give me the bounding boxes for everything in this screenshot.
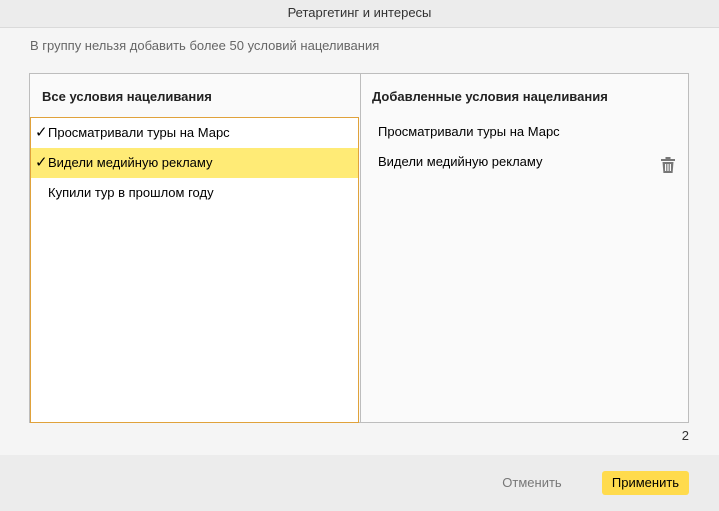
condition-item-media-ads[interactable]: ✓ Видели медийную рекламу xyxy=(31,148,358,178)
condition-label: Купили тур в прошлом году xyxy=(48,185,214,200)
added-condition-label: Просматривали туры на Марс xyxy=(378,124,560,139)
limit-notice: В группу нельзя добавить более 50 услови… xyxy=(30,38,380,53)
cancel-button[interactable]: Отменить xyxy=(492,471,572,495)
retargeting-dialog: Ретаргетинг и интересы В группу нельзя д… xyxy=(0,0,719,511)
dialog-footer: Отменить Применить xyxy=(0,455,719,511)
all-conditions-list[interactable]: ✓ Просматривали туры на Марс ✓ Видели ме… xyxy=(30,117,359,423)
check-icon: ✓ xyxy=(35,124,48,141)
added-conditions-list: Просматривали туры на Марс Видели медийн… xyxy=(361,117,688,177)
added-condition-label: Видели медийную рекламу xyxy=(378,154,543,169)
check-icon: ✓ xyxy=(35,154,48,171)
added-conditions-panel: Добавленные условия нацеливания Просматр… xyxy=(360,74,688,422)
apply-button[interactable]: Применить xyxy=(602,471,689,495)
dialog-title: Ретаргетинг и интересы xyxy=(0,0,719,28)
condition-item-mars-tours[interactable]: ✓ Просматривали туры на Марс xyxy=(31,118,358,148)
condition-label: Видели медийную рекламу xyxy=(48,155,213,170)
added-count: 2 xyxy=(681,428,689,443)
trash-icon[interactable] xyxy=(661,154,675,173)
condition-label: Просматривали туры на Марс xyxy=(48,125,230,140)
conditions-panels: Все условия нацеливания ✓ Просматривали … xyxy=(29,73,689,423)
all-conditions-panel: Все условия нацеливания ✓ Просматривали … xyxy=(30,74,360,423)
added-item-media-ads: Видели медийную рекламу xyxy=(361,147,688,177)
added-conditions-header: Добавленные условия нацеливания xyxy=(372,89,608,104)
added-item-mars-tours: Просматривали туры на Марс xyxy=(361,117,688,147)
all-conditions-header: Все условия нацеливания xyxy=(42,89,212,104)
condition-item-bought-last-year[interactable]: Купили тур в прошлом году xyxy=(31,178,358,208)
